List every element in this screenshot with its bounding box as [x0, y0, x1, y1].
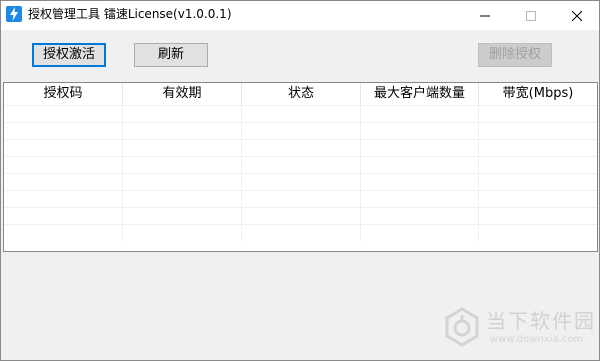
refresh-button[interactable]: 刷新 [134, 43, 208, 67]
window-title: 授权管理工具 镭速License(v1.0.0.1) [28, 7, 232, 21]
delete-license-button: 删除授权 [478, 43, 552, 67]
table-row [4, 156, 597, 173]
close-button[interactable] [554, 1, 600, 30]
table-row [4, 122, 597, 139]
lightning-icon [6, 6, 22, 22]
table-row [4, 190, 597, 207]
column-header-bandwidth[interactable]: 带宽(Mbps) [479, 83, 597, 105]
app-window: 授权管理工具 镭速License(v1.0.0.1) 授权激活 刷新 删除授权 … [0, 0, 600, 361]
watermark: 当下软件园 www.downxia.com [444, 301, 594, 357]
table-row [4, 173, 597, 190]
table-row [4, 105, 597, 122]
column-header-max-clients[interactable]: 最大客户端数量 [361, 83, 479, 105]
table-header: 授权码 有效期 状态 最大客户端数量 带宽(Mbps) [4, 83, 597, 105]
column-header-license-code[interactable]: 授权码 [4, 83, 123, 105]
minimize-icon [480, 15, 490, 16]
title-bar[interactable]: 授权管理工具 镭速License(v1.0.0.1) [1, 1, 599, 30]
table-row [4, 139, 597, 156]
downxia-logo-icon [445, 307, 479, 347]
maximize-button[interactable] [508, 1, 554, 30]
maximize-icon [526, 10, 536, 21]
table-row [4, 207, 597, 224]
column-header-validity[interactable]: 有效期 [123, 83, 242, 105]
close-icon [572, 10, 582, 21]
column-header-status[interactable]: 状态 [242, 83, 361, 105]
watermark-url: www.downxia.com [490, 334, 584, 345]
activate-license-button[interactable]: 授权激活 [32, 43, 106, 67]
table-row [4, 224, 597, 241]
table-body [4, 105, 597, 241]
license-table[interactable]: 授权码 有效期 状态 最大客户端数量 带宽(Mbps) [3, 82, 598, 252]
watermark-text: 当下软件园 [486, 309, 596, 333]
minimize-button[interactable] [462, 1, 508, 30]
